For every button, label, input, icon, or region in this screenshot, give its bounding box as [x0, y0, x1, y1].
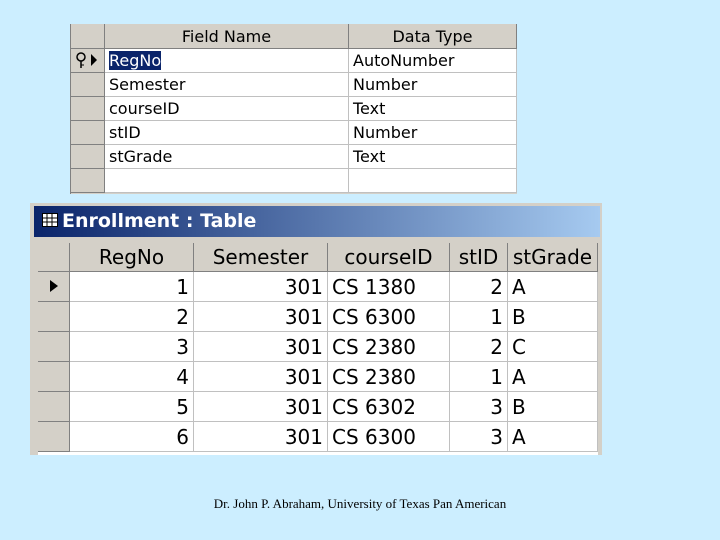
- data-type-cell[interactable]: Text: [349, 145, 517, 169]
- table-cell[interactable]: 6: [70, 422, 194, 452]
- field-name-cell[interactable]: courseID: [105, 97, 349, 121]
- row-selector[interactable]: [71, 49, 105, 73]
- field-name-cell[interactable]: [105, 169, 349, 193]
- title-bar[interactable]: Enrollment : Table: [34, 206, 600, 237]
- data-type-cell[interactable]: Number: [349, 121, 517, 145]
- slide-caption: Dr. John P. Abraham, University of Texas…: [213, 496, 507, 511]
- table-cell[interactable]: 3: [450, 422, 508, 452]
- table-cell[interactable]: CS 2380: [328, 362, 450, 392]
- table-cell[interactable]: B: [508, 392, 598, 422]
- table-cell[interactable]: 301: [194, 302, 328, 332]
- table-cell[interactable]: 2: [70, 302, 194, 332]
- column-header[interactable]: RegNo: [70, 243, 194, 272]
- record-pointer-icon: [50, 280, 58, 292]
- table-cell[interactable]: 3: [450, 392, 508, 422]
- table-cell[interactable]: 301: [194, 272, 328, 302]
- data-type-cell[interactable]: Number: [349, 73, 517, 97]
- table-cell[interactable]: 5: [70, 392, 194, 422]
- row-selector[interactable]: [71, 145, 105, 169]
- row-selector[interactable]: [71, 97, 105, 121]
- table-cell[interactable]: 1: [70, 272, 194, 302]
- table-cell[interactable]: CS 6300: [328, 302, 450, 332]
- window-title: Enrollment : Table: [62, 210, 257, 232]
- field-name-cell[interactable]: RegNo: [105, 49, 349, 73]
- field-name-cell[interactable]: stID: [105, 121, 349, 145]
- table-cell[interactable]: 301: [194, 362, 328, 392]
- row-selector[interactable]: [38, 302, 70, 332]
- table-cell[interactable]: A: [508, 272, 598, 302]
- table-cell[interactable]: 3: [70, 332, 194, 362]
- data-type-cell[interactable]: AutoNumber: [349, 49, 517, 73]
- table-cell[interactable]: 1: [450, 362, 508, 392]
- row-selector[interactable]: [38, 392, 70, 422]
- row-selector[interactable]: [71, 121, 105, 145]
- table-cell[interactable]: CS 1380: [328, 272, 450, 302]
- table-cell[interactable]: 2: [450, 272, 508, 302]
- column-header[interactable]: courseID: [328, 243, 450, 272]
- design-view-window: Field Name Data Type RegNo AutoNumber Semest…: [70, 24, 517, 194]
- datasheet-grid: RegNo Semester courseID stID stGrade 1 301 CS 1…: [38, 243, 598, 455]
- table-cell[interactable]: 2: [450, 332, 508, 362]
- selected-field-name[interactable]: RegNo: [109, 51, 162, 70]
- column-header: Field Name: [105, 24, 349, 49]
- row-selector[interactable]: [38, 272, 70, 302]
- table-cell[interactable]: 301: [194, 332, 328, 362]
- table-cell[interactable]: 1: [450, 302, 508, 332]
- corner-header: [38, 243, 70, 272]
- data-type-cell[interactable]: Text: [349, 97, 517, 121]
- table-cell[interactable]: 4: [70, 362, 194, 392]
- table-cell[interactable]: C: [508, 332, 598, 362]
- datasheet-window: Enrollment : Table RegNo Semester courseID…: [30, 203, 602, 455]
- row-selector[interactable]: [38, 362, 70, 392]
- table-cell[interactable]: CS 6300: [328, 422, 450, 452]
- column-header[interactable]: stGrade: [508, 243, 598, 272]
- row-selector[interactable]: [71, 169, 105, 193]
- corner-header: [71, 24, 105, 49]
- field-name-cell[interactable]: stGrade: [105, 145, 349, 169]
- table-cell[interactable]: 301: [194, 422, 328, 452]
- data-type-cell[interactable]: [349, 169, 517, 193]
- table-icon: [42, 206, 58, 237]
- table-cell[interactable]: CS 2380: [328, 332, 450, 362]
- column-header[interactable]: stID: [450, 243, 508, 272]
- row-selector[interactable]: [38, 332, 70, 362]
- table-cell[interactable]: 301: [194, 392, 328, 422]
- table-cell[interactable]: A: [508, 422, 598, 452]
- table-cell[interactable]: B: [508, 302, 598, 332]
- field-name-cell[interactable]: Semester: [105, 73, 349, 97]
- column-header: Data Type: [349, 24, 517, 49]
- table-cell[interactable]: A: [508, 362, 598, 392]
- column-header[interactable]: Semester: [194, 243, 328, 272]
- row-selector[interactable]: [71, 73, 105, 97]
- row-selector[interactable]: [38, 422, 70, 452]
- table-cell[interactable]: CS 6302: [328, 392, 450, 422]
- key-icon: [76, 52, 97, 68]
